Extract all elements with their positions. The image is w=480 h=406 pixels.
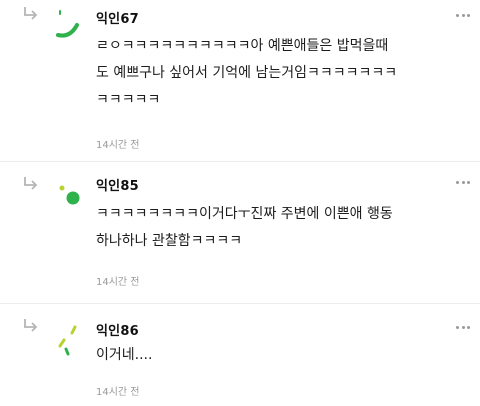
more-options-icon[interactable] (456, 14, 470, 18)
comment-text: ㄹㅇㅋㅋㅋㅋㅋㅋㅋㅋㅋㅋ아 예쁜애들은 밥먹을때 도 예쁘구나 싶어서 기억에 … (96, 38, 398, 108)
comment-item: 익인85 ㅋㅋㅋㅋㅋㅋㅋㅋ이거다ㅜ진짜 주변에 이쁜애 행동 하나하나 관찰함ㅋ… (0, 162, 480, 302)
comment-text: ㅋㅋㅋㅋㅋㅋㅋㅋ이거다ㅜ진짜 주변에 이쁜애 행동 하나하나 관찰함ㅋㅋㅋㅋ (96, 206, 393, 249)
avatar[interactable] (52, 180, 86, 214)
comment-time: 14시간 전 (96, 140, 140, 151)
reply-arrow-icon (24, 319, 38, 332)
comment-time: 14시간 전 (96, 277, 140, 288)
avatar[interactable] (52, 324, 86, 358)
comment-item: 익인67 ㄹㅇㅋㅋㅋㅋㅋㅋㅋㅋㅋㅋ아 예쁜애들은 밥먹을때 도 예쁘구나 싶어서… (0, 0, 480, 160)
reply-arrow-icon (24, 7, 38, 20)
comment-time: 14시간 전 (96, 387, 140, 398)
reply-arrow-icon (24, 177, 38, 190)
comment-nickname[interactable]: 익인67 (96, 8, 139, 27)
more-options-icon[interactable] (456, 181, 470, 185)
avatar[interactable] (52, 5, 86, 39)
comment-nickname[interactable]: 익인85 (96, 175, 139, 194)
comment-text: 이거네.... (96, 347, 153, 363)
comment-nickname[interactable]: 익인86 (96, 320, 139, 339)
comment-item: 익인86 이거네.... 14시간 전 (0, 304, 480, 406)
more-options-icon[interactable] (456, 326, 470, 330)
